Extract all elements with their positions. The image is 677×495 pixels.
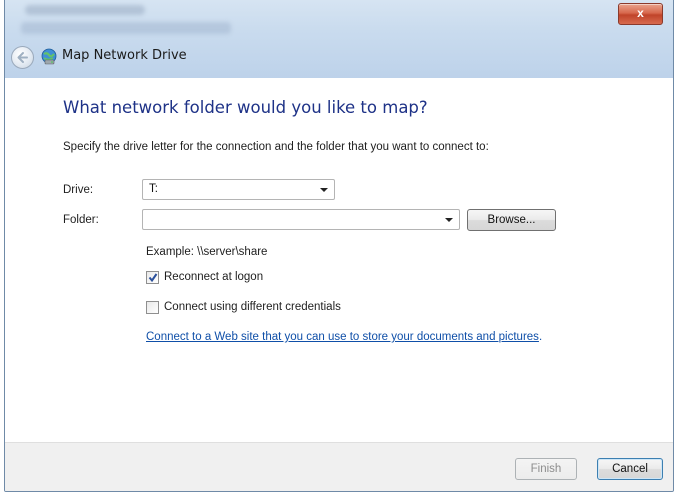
dialog-content: What network folder would you like to ma…: [5, 78, 673, 442]
page-heading: What network folder would you like to ma…: [63, 98, 428, 117]
example-text: Example: \\server\share: [146, 246, 268, 258]
dialog-footer: Finish Cancel: [5, 442, 673, 491]
drive-select[interactable]: T:: [142, 179, 335, 200]
network-drive-icon: [41, 48, 57, 65]
drive-label: Drive:: [63, 184, 94, 196]
folder-combobox[interactable]: [142, 209, 460, 230]
instructions-text: Specify the drive letter for the connect…: [63, 141, 489, 153]
cancel-button[interactable]: Cancel: [597, 458, 663, 480]
title-bar: x Map Network Drive: [5, 0, 673, 79]
window-title: Map Network Drive: [62, 48, 187, 63]
finish-button[interactable]: Finish: [515, 458, 577, 480]
folder-label: Folder:: [63, 214, 99, 226]
back-button[interactable]: [11, 46, 34, 69]
dropdown-arrow-icon: [320, 188, 328, 192]
link-suffix: .: [538, 331, 543, 343]
dropdown-arrow-icon: [445, 218, 453, 222]
web-site-link-line: Connect to a Web site that you can use t…: [146, 331, 542, 343]
reconnect-checkbox[interactable]: [146, 271, 159, 284]
web-site-link[interactable]: Connect to a Web site that you can use t…: [146, 331, 539, 343]
map-network-drive-dialog: x Map Network Drive What network folder …: [4, 0, 674, 492]
checkmark-icon: [148, 273, 158, 283]
back-arrow-icon: [17, 52, 28, 63]
credentials-checkbox[interactable]: [146, 301, 159, 314]
credentials-label[interactable]: Connect using different credentials: [164, 301, 341, 313]
reconnect-label[interactable]: Reconnect at logon: [164, 271, 263, 283]
browse-button[interactable]: Browse...: [467, 209, 556, 231]
close-button[interactable]: x: [618, 3, 663, 25]
blurred-background-bar: [21, 22, 231, 34]
blurred-background-title: [25, 5, 145, 15]
drive-select-value: T:: [149, 183, 158, 195]
